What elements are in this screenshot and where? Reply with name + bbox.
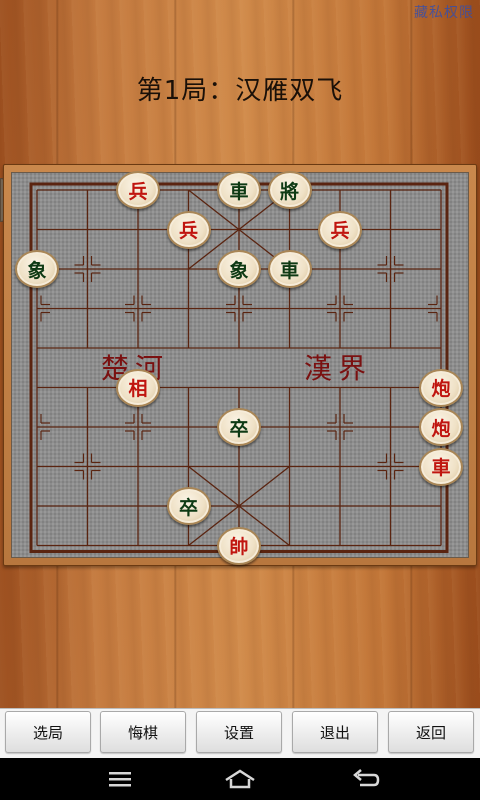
chess-piece[interactable]: 兵 <box>116 171 160 209</box>
chess-piece[interactable]: 炮 <box>419 408 463 446</box>
board-grid <box>29 182 449 553</box>
top-link[interactable]: 藏私权限 <box>414 2 474 22</box>
chess-piece[interactable]: 車 <box>419 447 463 486</box>
home-icon[interactable] <box>220 766 260 792</box>
chess-board[interactable]: 楚河 漢界 兵車將兵兵象象車相炮卒炮車卒帥 <box>3 164 477 566</box>
chess-piece[interactable]: 象 <box>217 250 261 288</box>
back-button[interactable]: 返回 <box>388 711 474 753</box>
chess-piece[interactable]: 炮 <box>419 368 463 407</box>
chess-piece[interactable]: 象 <box>15 250 59 288</box>
chess-piece[interactable]: 相 <box>116 368 160 407</box>
chess-piece[interactable]: 車 <box>217 171 261 209</box>
chess-piece[interactable]: 兵 <box>166 210 211 249</box>
chess-piece[interactable]: 卒 <box>166 487 211 525</box>
chess-piece[interactable]: 卒 <box>217 408 261 446</box>
select-game-button[interactable]: 选局 <box>5 711 91 753</box>
menu-icon[interactable] <box>100 766 140 792</box>
chess-piece[interactable]: 車 <box>267 250 312 288</box>
system-nav-bar <box>0 758 480 800</box>
chess-piece[interactable]: 兵 <box>318 210 362 249</box>
settings-button[interactable]: 设置 <box>196 711 282 753</box>
river-text-han: 漢界 <box>304 352 373 385</box>
back-nav-icon[interactable] <box>346 766 386 792</box>
quit-button[interactable]: 退出 <box>292 711 378 753</box>
bottom-toolbar: 选局 悔棋 设置 退出 返回 <box>0 708 480 758</box>
page-title: 第1局：汉雁双飞 <box>136 76 344 106</box>
undo-move-button[interactable]: 悔棋 <box>100 711 186 753</box>
chess-piece[interactable]: 將 <box>267 171 312 209</box>
app-screen: 藏私权限 第1局：汉雁双飞 楚河 漢界 兵車將兵兵象象車相炮卒炮車卒帥 <box>0 0 480 708</box>
chess-piece[interactable]: 帥 <box>217 526 261 565</box>
